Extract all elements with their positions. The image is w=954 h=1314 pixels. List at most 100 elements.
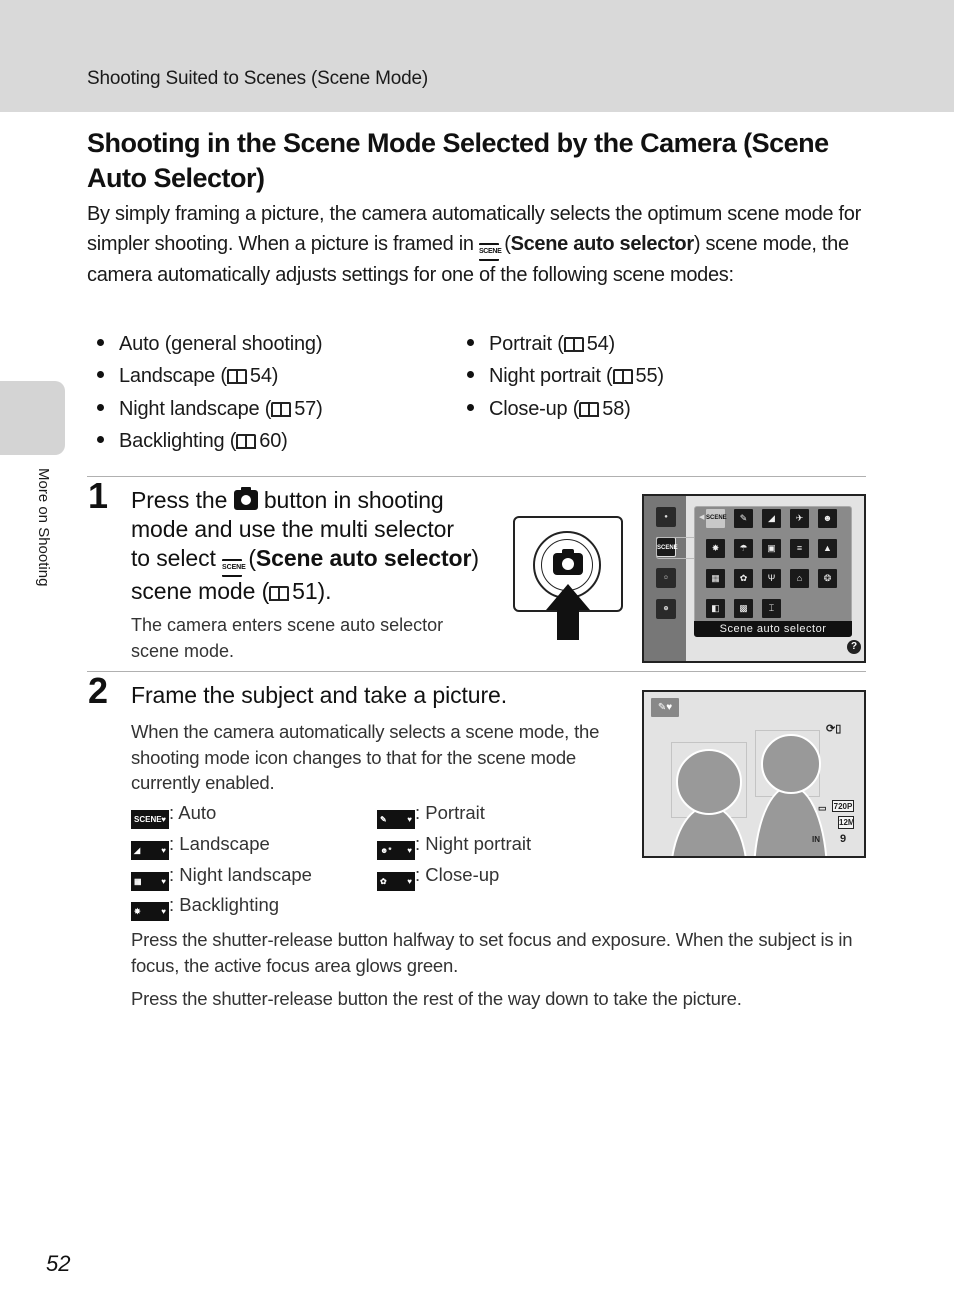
- smile-mode-icon[interactable]: ☺: [656, 568, 676, 588]
- camera-button-icon: [233, 487, 258, 510]
- night-landscape-icon: ▦: [131, 872, 169, 891]
- portrait-option[interactable]: ✎: [734, 509, 753, 528]
- image-size-indicator: 12M: [838, 816, 855, 829]
- help-icon[interactable]: ?: [847, 640, 861, 654]
- scene-auto-selector-option[interactable]: SCENE: [706, 509, 727, 528]
- list-item: Night landscape (57): [97, 395, 323, 427]
- night-landscape-option[interactable]: ▦: [706, 569, 725, 588]
- bullet-icon: [97, 339, 104, 346]
- step-2-paragraph-1: Press the shutter-release button halfway…: [131, 929, 853, 976]
- camera-icon: [553, 549, 583, 575]
- exposures-remaining: 9: [840, 833, 847, 845]
- beach-option[interactable]: ☂: [734, 539, 753, 558]
- close-up-icon: ✿: [377, 872, 415, 891]
- legend-item: SCENE: Auto: [131, 800, 216, 829]
- menu-caption: Scene auto selector: [694, 621, 852, 637]
- step-1-note: The camera enters scene auto selector sc…: [131, 615, 444, 661]
- panorama-option[interactable]: ⌶: [762, 599, 781, 618]
- step-divider: [87, 476, 866, 477]
- subject-head: [676, 749, 742, 815]
- intro-paragraph: By simply framing a picture, the camera …: [87, 203, 861, 286]
- book-icon: [226, 369, 247, 385]
- book-icon: [236, 433, 257, 449]
- bullet-icon: [97, 403, 104, 411]
- bullet-icon: [467, 339, 474, 346]
- list-item: Backlighting (60): [97, 427, 323, 459]
- subject-head: [761, 734, 821, 794]
- sunset-option[interactable]: ≡: [790, 539, 809, 558]
- page-ref-link[interactable]: 60): [259, 430, 288, 452]
- bullet-icon: [467, 403, 474, 411]
- scene-auto-icon: SCENE: [478, 242, 502, 261]
- page-title: Shooting in the Scene Mode Selected by t…: [87, 128, 829, 193]
- scene-mode-column-2: Portrait (54) Night portrait (55) Close-…: [467, 330, 664, 427]
- night-portrait-icon: ☻*: [377, 841, 415, 860]
- scene-auto-label: Scene auto selector: [510, 232, 695, 255]
- sports-option[interactable]: ✈: [790, 509, 809, 528]
- shooting-screen: ✎♥ ⟳▯ ▭ 720P 12M IN 9: [642, 690, 866, 858]
- bullet-icon: [97, 371, 104, 379]
- subject-tracking-icon[interactable]: ⊕: [656, 599, 676, 619]
- page-ref-link[interactable]: 58): [602, 398, 631, 420]
- running-header: Shooting Suited to Scenes (Scene Mode): [0, 0, 954, 112]
- copy-option[interactable]: ◧: [706, 599, 725, 618]
- scene-auto-icon: SCENE: [131, 810, 169, 829]
- step-2-body: When the camera automatically selects a …: [131, 721, 600, 793]
- scene-mode-column-1: Auto (general shooting) Landscape (54) N…: [97, 330, 323, 459]
- snow-option[interactable]: ▣: [762, 539, 781, 558]
- list-item: Night portrait (55): [467, 362, 664, 394]
- legend-item: ✸: Backlighting: [131, 892, 279, 921]
- page-ref-link[interactable]: 54): [587, 333, 616, 355]
- movie-icon: ▭: [818, 803, 827, 813]
- book-icon: [269, 586, 290, 601]
- page-ref-link[interactable]: 57): [294, 398, 323, 420]
- chapter-tab: [0, 381, 65, 455]
- page-ref-link[interactable]: 54): [250, 365, 279, 387]
- movie-quality-indicator: 720P: [832, 800, 854, 812]
- vibration-reduction-icon: ⟳▯: [826, 723, 842, 735]
- legend-item: ✎: Portrait: [377, 800, 485, 829]
- night-portrait-option[interactable]: ☻: [818, 509, 837, 528]
- page-ref-link[interactable]: 55): [636, 365, 665, 387]
- scene-auto-icon: SCENE: [222, 559, 246, 577]
- press-arrow-shaft: [557, 609, 579, 640]
- step-divider: [87, 671, 866, 672]
- page-ref-link[interactable]: 51).: [292, 578, 331, 604]
- list-item: Portrait (54): [467, 330, 664, 362]
- section-title: Shooting Suited to Scenes (Scene Mode): [87, 68, 428, 89]
- backlighting-option[interactable]: ▩: [734, 599, 753, 618]
- press-arrow-icon: [546, 584, 590, 610]
- page-number: 52: [46, 1251, 71, 1276]
- landscape-option[interactable]: ◢: [762, 509, 781, 528]
- portrait-mode-icon: ✎♥: [651, 698, 679, 717]
- dawn-option[interactable]: ▲: [818, 539, 837, 558]
- step-2-paragraph-2: Press the shutter-release button the res…: [131, 988, 742, 1009]
- list-item: Auto (general shooting): [97, 330, 323, 362]
- legend-item: ✿: Close-up: [377, 862, 499, 891]
- menu-selection-connector: [656, 537, 694, 559]
- step-2-heading: Frame the subject and take a picture.: [131, 682, 508, 708]
- party-option[interactable]: ✸: [706, 539, 725, 558]
- landscape-icon: ◢: [131, 841, 169, 860]
- food-option[interactable]: Ψ: [762, 569, 781, 588]
- portrait-icon: ✎: [377, 810, 415, 829]
- step-1-number: 1: [88, 475, 109, 516]
- bullet-icon: [467, 371, 474, 379]
- backlighting-icon: ✸: [131, 902, 169, 921]
- chapter-label: More on Shooting: [35, 468, 52, 587]
- camera-mode-icon[interactable]: ●: [656, 507, 676, 527]
- internal-memory-indicator: IN: [812, 835, 820, 844]
- legend-item: ◢: Landscape: [131, 831, 270, 860]
- left-arrow-icon: ◀: [699, 514, 705, 521]
- legend-item: ▦: Night landscape: [131, 862, 312, 891]
- fireworks-option[interactable]: ❂: [818, 569, 837, 588]
- close-up-option[interactable]: ✿: [734, 569, 753, 588]
- book-icon: [271, 401, 292, 417]
- scene-menu-screen: ● SCENE ☺ ⊕ ◀ SCENE ✎ ◢ ✈ ☻ ✸ ☂ ▣ ≡ ▲ ▦ …: [642, 494, 866, 663]
- museum-option[interactable]: ⌂: [790, 569, 809, 588]
- list-item: Close-up (58): [467, 395, 664, 427]
- book-icon: [563, 337, 584, 352]
- bullet-icon: [97, 435, 104, 443]
- book-icon: [579, 401, 600, 417]
- book-icon: [612, 369, 633, 385]
